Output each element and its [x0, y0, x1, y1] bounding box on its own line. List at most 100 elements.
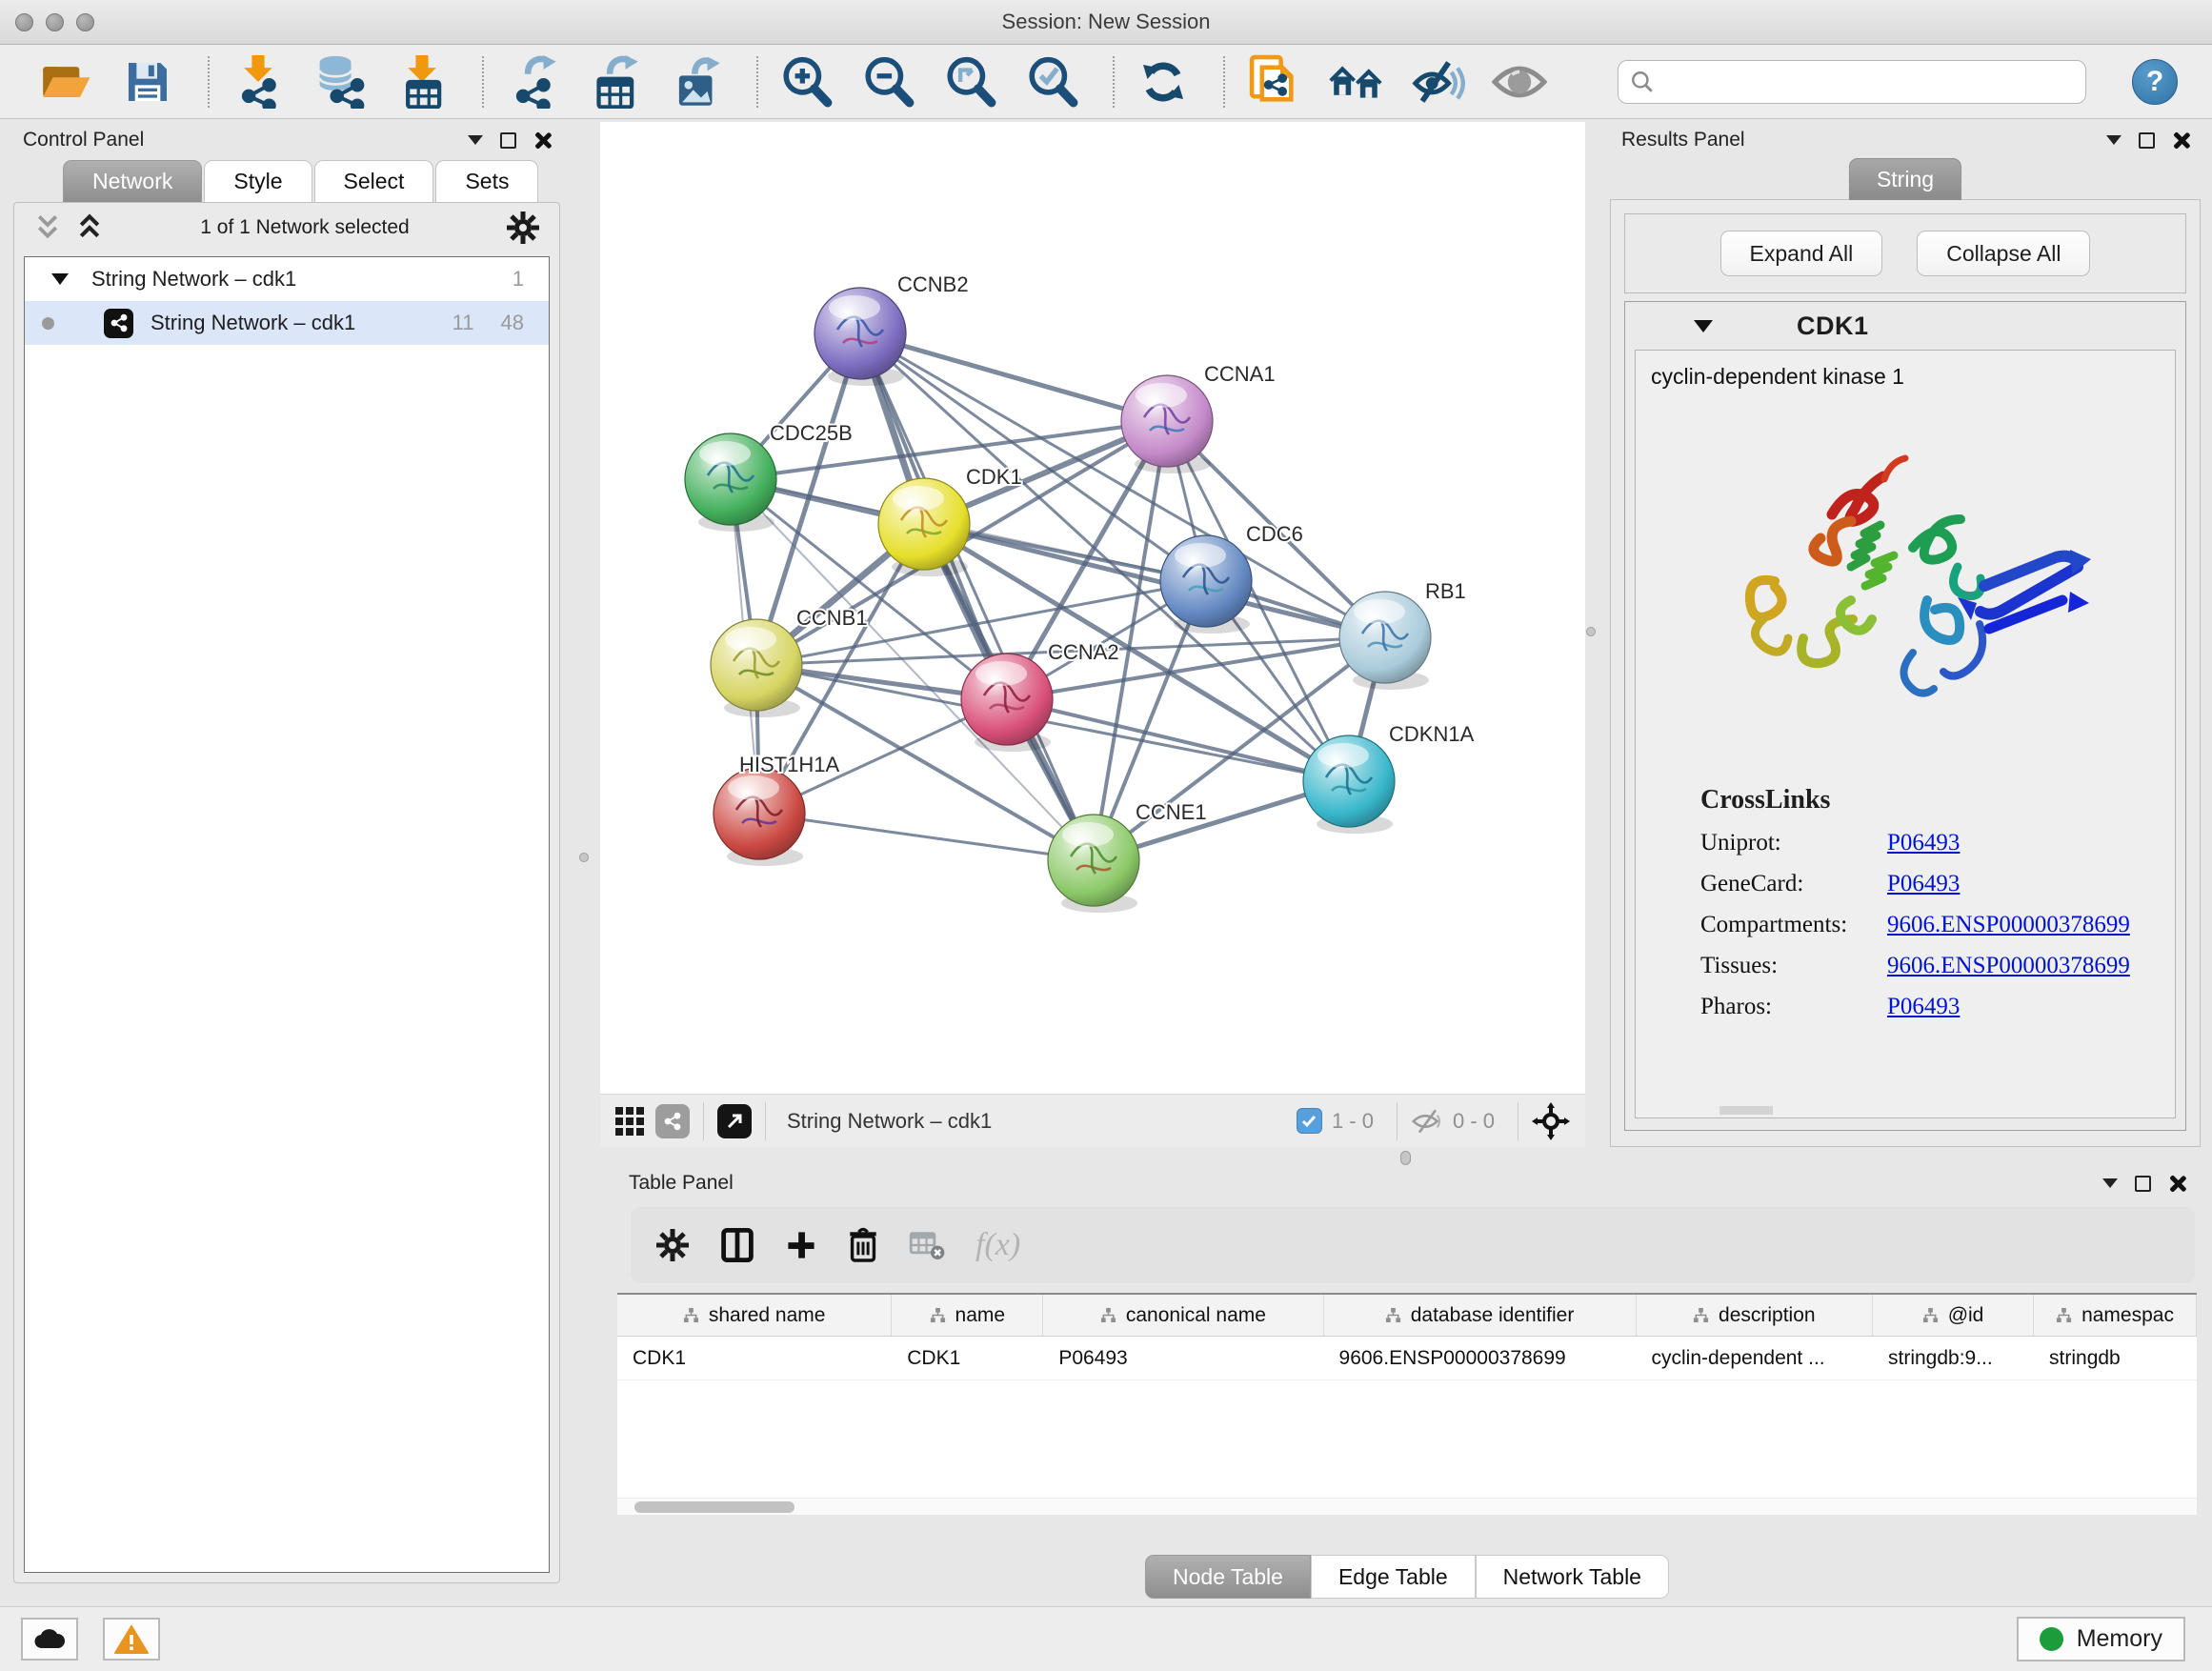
network-node-CCNA1[interactable] — [1121, 375, 1213, 473]
table-cell[interactable]: stringdb — [2034, 1337, 2197, 1379]
pan-mode-icon[interactable] — [1532, 1102, 1570, 1140]
network-collection-row[interactable]: String Network – cdk1 1 — [25, 257, 549, 301]
crosslink-link[interactable]: P06493 — [1887, 830, 1960, 856]
tab-select[interactable]: Select — [314, 160, 434, 202]
selected-nodes-checkbox[interactable] — [1297, 1108, 1322, 1134]
warnings-button[interactable] — [103, 1618, 160, 1661]
column-header--id[interactable]: @id — [1873, 1295, 2034, 1336]
column-header-database-identifier[interactable]: database identifier — [1324, 1295, 1637, 1336]
panel-menu-icon[interactable] — [2106, 135, 2122, 145]
node-section-header[interactable]: CDK1 — [1625, 302, 2185, 350]
network-node-CDKN1A[interactable] — [1303, 735, 1395, 834]
delete-column-icon[interactable] — [848, 1227, 878, 1263]
network-canvas[interactable]: CCNB2CCNA1CDC25BCDK1CDC6RB1CCNB1CCNA2CDK… — [600, 122, 1585, 1094]
network-node-CCNB1[interactable] — [711, 619, 802, 717]
network-edge[interactable] — [756, 665, 1349, 781]
network-node-RB1[interactable] — [1339, 592, 1431, 690]
expand-all-button[interactable]: Expand All — [1720, 231, 1883, 276]
expand-all-icon[interactable] — [75, 212, 104, 243]
toolbar-search[interactable] — [1618, 60, 2086, 104]
column-header-description[interactable]: description — [1637, 1295, 1874, 1336]
clone-network-button[interactable] — [1246, 54, 1301, 110]
hscrollbar-thumb[interactable] — [634, 1501, 794, 1513]
network-edge[interactable] — [860, 333, 1094, 860]
collapse-all-button[interactable]: Collapse All — [1917, 231, 2090, 276]
grid-mode-icon[interactable] — [615, 1107, 644, 1136]
tab-sets[interactable]: Sets — [435, 160, 538, 202]
float-panel-icon[interactable] — [500, 132, 516, 149]
search-input[interactable] — [1662, 70, 2062, 93]
open-session-button[interactable] — [38, 54, 93, 110]
network-edge[interactable] — [759, 814, 1094, 860]
node-table[interactable]: shared namenamecanonical namedatabase id… — [617, 1293, 2197, 1515]
crosslink-link[interactable]: 9606.ENSP00000378699 — [1887, 953, 2130, 979]
crosslink-link[interactable]: P06493 — [1887, 871, 1960, 897]
table-cell[interactable]: P06493 — [1043, 1337, 1323, 1379]
close-panel-icon[interactable] — [2172, 131, 2189, 149]
tree-expand-icon[interactable] — [51, 273, 69, 285]
panel-menu-icon[interactable] — [468, 135, 483, 145]
tab-edge-table[interactable]: Edge Table — [1311, 1555, 1476, 1599]
show-panels-button[interactable] — [1492, 54, 1547, 110]
float-panel-icon[interactable] — [2139, 132, 2155, 149]
tab-network[interactable]: Network — [63, 160, 202, 202]
export-image-button[interactable] — [669, 54, 724, 110]
close-panel-icon[interactable] — [2168, 1175, 2185, 1192]
export-table-button[interactable] — [587, 54, 642, 110]
table-cell[interactable]: stringdb:9... — [1873, 1337, 2034, 1379]
table-row[interactable]: CDK1CDK1P064939606.ENSP00000378699cyclin… — [617, 1337, 2197, 1380]
zoom-fit-button[interactable] — [943, 54, 998, 110]
table-options-gear-icon[interactable] — [655, 1228, 690, 1262]
table-cell[interactable]: 9606.ENSP00000378699 — [1324, 1337, 1637, 1379]
gear-icon[interactable] — [506, 211, 540, 245]
table-hscrollbar[interactable] — [617, 1498, 2197, 1515]
show-columns-icon[interactable] — [720, 1227, 754, 1263]
tab-style[interactable]: Style — [204, 160, 312, 202]
crosslink-link[interactable]: P06493 — [1887, 994, 1960, 1020]
network-node-CDK1[interactable] — [878, 478, 970, 576]
import-network-database-button[interactable] — [312, 54, 368, 110]
network-node-HIST1H1A[interactable] — [714, 768, 805, 866]
session-home-button[interactable] — [1328, 54, 1383, 110]
crosslink-link[interactable]: 9606.ENSP00000378699 — [1887, 912, 2130, 938]
zoom-in-button[interactable] — [779, 54, 835, 110]
close-panel-icon[interactable] — [533, 131, 551, 149]
zoom-selected-button[interactable] — [1025, 54, 1080, 110]
collapse-all-icon[interactable] — [33, 212, 62, 243]
add-column-icon[interactable] — [785, 1229, 817, 1261]
network-thumbnail-icon[interactable] — [655, 1104, 690, 1138]
right-splitter-handle[interactable] — [1586, 627, 1596, 636]
tab-string[interactable]: String — [1849, 158, 1961, 200]
table-cell[interactable]: CDK1 — [892, 1337, 1043, 1379]
refresh-button[interactable] — [1136, 54, 1191, 110]
tab-node-table[interactable]: Node Table — [1145, 1555, 1311, 1599]
network-node-CDC6[interactable] — [1160, 535, 1252, 634]
tab-network-table[interactable]: Network Table — [1476, 1555, 1669, 1599]
network-node-CDC25B[interactable] — [685, 433, 776, 532]
memory-button[interactable]: Memory — [2017, 1617, 2185, 1661]
hide-panels-button[interactable] — [1410, 54, 1465, 110]
left-splitter-handle[interactable] — [579, 853, 589, 862]
save-session-button[interactable] — [120, 54, 175, 110]
column-header-name[interactable]: name — [892, 1295, 1043, 1336]
column-header-shared-name[interactable]: shared name — [617, 1295, 892, 1336]
network-graph[interactable]: CCNB2CCNA1CDC25BCDK1CDC6RB1CCNB1CCNA2CDK… — [600, 122, 1585, 1094]
table-cell[interactable]: CDK1 — [617, 1337, 892, 1379]
import-network-file-button[interactable] — [231, 54, 286, 110]
network-node-CCNE1[interactable] — [1048, 815, 1139, 913]
section-collapse-icon[interactable] — [1694, 320, 1713, 332]
help-button[interactable]: ? — [2132, 59, 2178, 105]
table-cell[interactable]: cyclin-dependent ... — [1637, 1337, 1874, 1379]
export-network-button[interactable] — [505, 54, 560, 110]
zoom-window-button[interactable] — [76, 13, 94, 31]
results-scrollbar-thumb[interactable] — [1719, 1106, 1773, 1115]
network-row[interactable]: String Network – cdk1 11 48 — [25, 301, 549, 345]
bottom-splitter-handle[interactable] — [1400, 1151, 1411, 1165]
minimize-window-button[interactable] — [46, 13, 64, 31]
column-header-canonical-name[interactable]: canonical name — [1043, 1295, 1323, 1336]
float-panel-icon[interactable] — [2135, 1176, 2151, 1192]
birds-eye-view-icon[interactable] — [717, 1104, 752, 1138]
import-table-file-button[interactable] — [394, 54, 450, 110]
panel-menu-icon[interactable] — [2102, 1178, 2118, 1188]
zoom-out-button[interactable] — [861, 54, 916, 110]
